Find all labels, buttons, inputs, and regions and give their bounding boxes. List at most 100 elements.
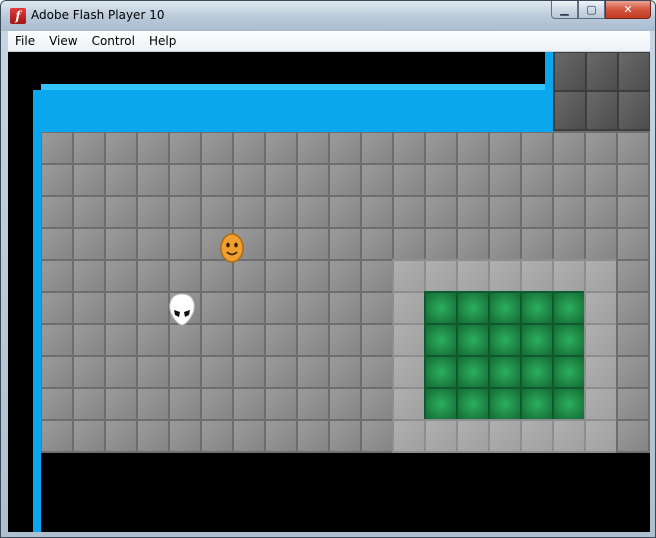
goal-tile (552, 355, 586, 389)
floor-tile (136, 227, 170, 261)
floor-tile-light (392, 291, 426, 325)
menu-file[interactable]: File (8, 34, 42, 48)
goal-tile (488, 387, 522, 421)
game-viewport[interactable] (8, 52, 650, 532)
floor-tile (328, 419, 362, 453)
floor-tile (40, 227, 74, 261)
floor-tile (584, 163, 618, 197)
floor-tile (200, 131, 234, 165)
floor-tile (136, 131, 170, 165)
floor-tile (392, 131, 426, 165)
floor-tile-light (424, 419, 458, 453)
water-strip-right (545, 52, 553, 90)
goal-tile (456, 387, 490, 421)
floor-tile (40, 131, 74, 165)
goal-tile (520, 291, 554, 325)
floor-tile (360, 387, 394, 421)
goal-tile (488, 355, 522, 389)
floor-tile (136, 387, 170, 421)
floor-tile (264, 355, 298, 389)
goal-tile (424, 291, 458, 325)
floor-tile (424, 131, 458, 165)
floor-tile-light (552, 419, 586, 453)
floor-tile (40, 323, 74, 357)
floor-tile (136, 291, 170, 325)
floor-tile (104, 387, 138, 421)
floor-tile (232, 291, 266, 325)
floor-tile (232, 355, 266, 389)
floor-tile (168, 227, 202, 261)
floor-tile (232, 131, 266, 165)
goal-tile (456, 355, 490, 389)
close-button[interactable]: ✕ (605, 1, 651, 19)
goal-tile (552, 323, 586, 357)
floor-tile (232, 419, 266, 453)
floor-tile (264, 163, 298, 197)
floor-tile (552, 227, 586, 261)
floor-tile (552, 131, 586, 165)
floor-tile-light (584, 323, 618, 357)
smiley-eye-left (226, 242, 230, 248)
floor-tile (296, 291, 330, 325)
floor-tile (520, 131, 554, 165)
minimize-button[interactable]: ▁ (551, 1, 578, 19)
floor-tile (616, 163, 650, 197)
floor-tile (264, 291, 298, 325)
floor-tile (296, 195, 330, 229)
floor-tile-light (520, 419, 554, 453)
floor-tile (360, 419, 394, 453)
smiley-eye-right (234, 242, 238, 248)
floor-tile (296, 355, 330, 389)
smiley-face-icon (220, 233, 244, 263)
floor-tile (72, 323, 106, 357)
floor-tile (136, 259, 170, 293)
floor-tile-light (392, 355, 426, 389)
wall-tile-dark (617, 90, 650, 131)
floor-tile-light (520, 259, 554, 293)
floor-tile (328, 195, 362, 229)
floor-tile (616, 419, 650, 453)
floor-tile (104, 163, 138, 197)
floor-tile (200, 387, 234, 421)
floor-tile (488, 131, 522, 165)
floor-tile (424, 227, 458, 261)
floor-tile (616, 195, 650, 229)
floor-tile (328, 259, 362, 293)
wall-corner (33, 84, 41, 90)
game-canvas[interactable] (8, 52, 650, 532)
floor-tile-light (584, 291, 618, 325)
floor-tile (136, 355, 170, 389)
floor-tile (72, 227, 106, 261)
maximize-button[interactable]: ▢ (578, 1, 605, 19)
floor-tile (168, 163, 202, 197)
goal-tile (488, 323, 522, 357)
goal-tile (520, 355, 554, 389)
floor-tile (136, 419, 170, 453)
menu-view[interactable]: View (42, 34, 84, 48)
floor-tile (360, 355, 394, 389)
floor-tile (168, 131, 202, 165)
floor-tile (456, 227, 490, 261)
floor-tile (104, 131, 138, 165)
floor-tile (296, 323, 330, 357)
floor-tile (40, 387, 74, 421)
floor-tile (104, 227, 138, 261)
floor-tile (72, 259, 106, 293)
goal-tile (456, 323, 490, 357)
floor-tile (424, 163, 458, 197)
goal-tile (456, 291, 490, 325)
water-strip-top (33, 84, 553, 132)
water-edge-top (33, 84, 553, 90)
floor-tile (40, 355, 74, 389)
floor-tile (392, 195, 426, 229)
floor-tile (328, 355, 362, 389)
menu-help[interactable]: Help (142, 34, 183, 48)
floor-tile (72, 195, 106, 229)
floor-tile (200, 291, 234, 325)
title-bar[interactable]: f Adobe Flash Player 10 ▁ ▢ ✕ (1, 1, 655, 31)
floor-tile (328, 227, 362, 261)
goal-tile (552, 387, 586, 421)
floor-tile-light (392, 323, 426, 357)
floor-tile (72, 291, 106, 325)
menu-control[interactable]: Control (85, 34, 142, 48)
